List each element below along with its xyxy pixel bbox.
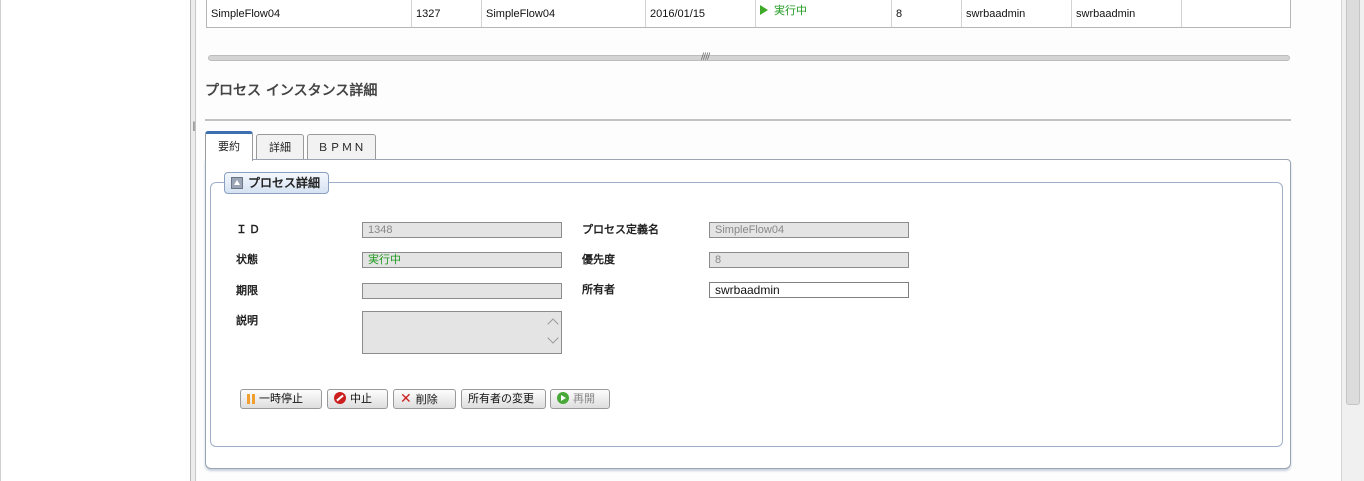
tab-bpmn[interactable]: ＢＰＭＮ — [307, 134, 376, 160]
page-title: プロセス インスタンス詳細 — [205, 83, 378, 99]
definition-label: プロセス定義名 — [582, 223, 659, 236]
priority-label: 優先度 — [582, 253, 615, 266]
left-panel — [0, 0, 190, 481]
collapse-icon[interactable] — [231, 177, 243, 189]
table-row[interactable]: SimpleFlow04 1327 SimpleFlow04 2016/01/1… — [206, 0, 1291, 28]
change-owner-label: 所有者の変更 — [468, 392, 534, 405]
owner-label: 所有者 — [582, 283, 615, 296]
suspend-button[interactable]: 一時停止 — [240, 389, 322, 409]
cell-process-name: SimpleFlow04 — [207, 0, 412, 27]
cell-extra — [1182, 0, 1290, 27]
priority-field: 8 — [709, 252, 909, 268]
cell-definition-name: SimpleFlow04 — [482, 0, 646, 27]
cell-priority: 8 — [892, 0, 962, 27]
play-icon — [760, 5, 768, 15]
tab-summary[interactable]: 要約 — [205, 131, 253, 161]
delete-button[interactable]: ✕ 削除 — [393, 389, 456, 409]
textarea-scrollbar[interactable] — [546, 313, 560, 352]
horizontal-splitter[interactable]: //// — [208, 52, 1290, 62]
cell-status: 実行中 — [756, 0, 892, 27]
description-textarea — [362, 311, 562, 354]
chevron-up-icon[interactable] — [547, 318, 559, 330]
delete-label: 削除 — [415, 393, 438, 406]
change-owner-button[interactable]: 所有者の変更 — [461, 389, 546, 409]
stop-icon — [334, 392, 346, 404]
scrollbar-thumb[interactable] — [1346, 0, 1360, 405]
resume-label: 再開 — [573, 392, 595, 405]
pause-icon — [247, 394, 255, 404]
resume-button[interactable]: 再開 — [550, 389, 610, 409]
cell-status-text: 実行中 — [774, 5, 807, 17]
divider — [205, 119, 1291, 121]
definition-field: SimpleFlow04 — [709, 222, 909, 238]
legend-label: プロセス詳細 — [248, 176, 321, 190]
fieldset-legend[interactable]: プロセス詳細 — [224, 172, 330, 194]
tab-details[interactable]: 詳細 — [256, 134, 304, 160]
id-field: 1348 — [362, 222, 562, 238]
cell-date: 2016/01/15 — [646, 0, 756, 27]
abort-button[interactable]: 中止 — [327, 389, 388, 409]
id-label: ＩＤ — [236, 223, 262, 236]
cell-creator: swrbaadmin — [1072, 0, 1182, 27]
description-label: 説明 — [236, 314, 258, 327]
cell-instance-id: 1327 — [412, 0, 482, 27]
due-label: 期限 — [236, 284, 258, 297]
resume-icon — [557, 392, 569, 404]
vertical-scrollbar[interactable] — [1341, 0, 1364, 481]
status-label: 状態 — [236, 253, 258, 266]
delete-icon: ✕ — [400, 391, 412, 407]
abort-label: 中止 — [350, 392, 372, 405]
owner-field[interactable]: swrbaadmin — [709, 282, 909, 298]
splitter-grip-text[interactable]: //// — [701, 52, 710, 62]
status-field: 実行中 — [362, 252, 562, 268]
suspend-label: 一時停止 — [259, 392, 303, 405]
chevron-down-icon[interactable] — [547, 332, 559, 344]
cell-owner: swrbaadmin — [962, 0, 1072, 27]
due-field — [362, 283, 562, 299]
